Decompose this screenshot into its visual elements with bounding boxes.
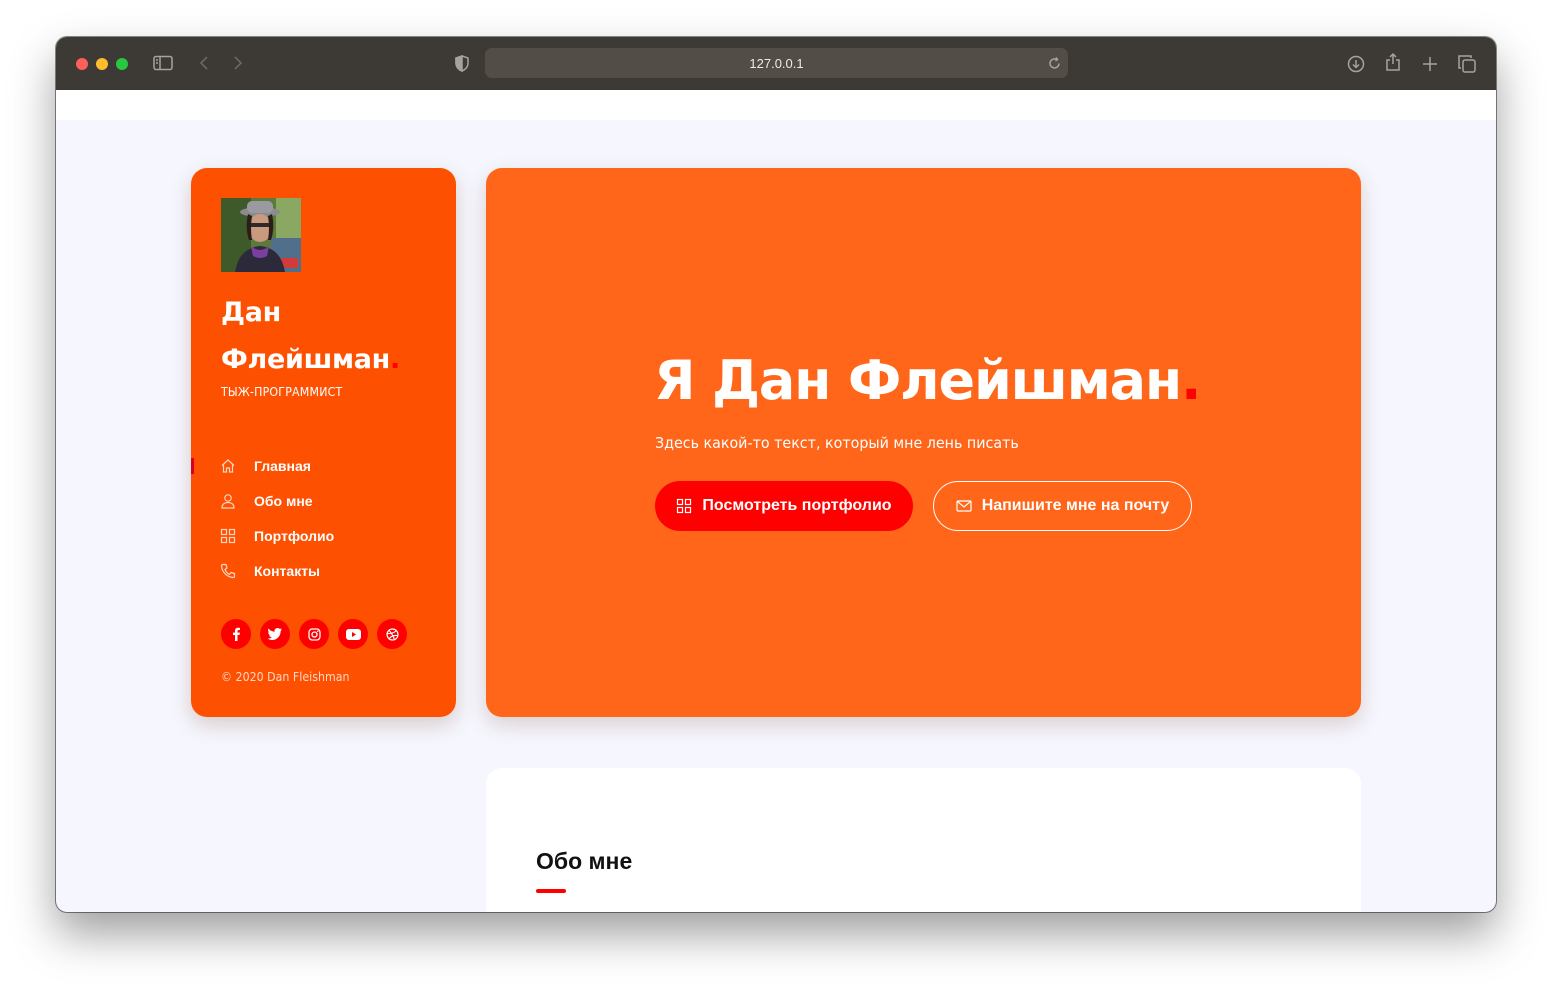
email-me-button[interactable]: Напишите мне на почту: [933, 481, 1192, 531]
address-bar[interactable]: 127.0.0.1: [485, 48, 1068, 78]
back-icon[interactable]: [196, 54, 212, 72]
mail-icon: [956, 500, 972, 512]
minimize-window-button[interactable]: [96, 58, 108, 70]
nav-item-about[interactable]: Обо мне: [191, 483, 456, 518]
nav-item-label: Портфолио: [254, 527, 335, 544]
hero-title-text: Я Дан Флейшман: [654, 349, 1182, 412]
nav-item-portfolio[interactable]: Портфолио: [191, 518, 456, 553]
instagram-icon[interactable]: [299, 619, 329, 649]
about-title-underline: [536, 889, 566, 893]
new-tab-icon[interactable]: [1420, 54, 1440, 74]
browser-toolbar: 127.0.0.1: [56, 37, 1496, 90]
forward-icon[interactable]: [230, 54, 246, 72]
hero-title: Я Дан Флейшман.: [654, 349, 1202, 412]
profile-subtitle: ТЫЖ-ПРОГРАММИСТ: [221, 385, 343, 399]
social-links: [221, 619, 407, 649]
profile-sidebar: Дан Флейшман. ТЫЖ-ПРОГРАММИСТ Главная Об…: [191, 168, 456, 717]
copyright-text: © 2020 Dan Fleishman: [221, 670, 350, 684]
nav-item-contacts[interactable]: Контакты: [191, 553, 456, 588]
sidebar-toggle-icon[interactable]: [153, 54, 173, 72]
about-section: Обо мне: [486, 768, 1361, 912]
about-title: Обо мне: [536, 848, 633, 874]
profile-name: Дан Флейшман.: [221, 289, 441, 383]
profile-first-name: Дан: [221, 297, 282, 328]
profile-last-name: Флейшман: [221, 344, 390, 375]
hero-section: Я Дан Флейшман. Здесь какой-то текст, ко…: [486, 168, 1361, 717]
nav-item-home[interactable]: Главная: [191, 448, 456, 483]
maximize-window-button[interactable]: [116, 58, 128, 70]
downloads-icon[interactable]: [1346, 54, 1366, 74]
home-icon: [220, 458, 236, 474]
twitter-icon[interactable]: [260, 619, 290, 649]
name-accent-dot: .: [390, 344, 400, 375]
page-top-strip: [56, 90, 1496, 120]
reload-icon[interactable]: [1046, 55, 1062, 71]
close-window-button[interactable]: [76, 58, 88, 70]
url-text: 127.0.0.1: [749, 56, 804, 71]
tab-overview-icon[interactable]: [1457, 54, 1477, 74]
main-navigation: Главная Обо мне Портфолио Контакты: [191, 448, 456, 588]
facebook-icon[interactable]: [221, 619, 251, 649]
nav-item-label: Обо мне: [254, 492, 313, 509]
share-icon[interactable]: [1383, 52, 1403, 72]
phone-icon: [220, 563, 236, 579]
nav-item-label: Контакты: [254, 562, 321, 579]
user-icon: [220, 493, 236, 509]
browser-window: 127.0.0.1 Дан Флейшман. ТЫЖ-ПРОГРАММИСТ …: [56, 37, 1496, 912]
view-portfolio-label: Посмотреть портфолио: [702, 497, 892, 514]
hero-title-accent-dot: .: [1181, 349, 1202, 412]
grid-icon: [220, 528, 236, 544]
dribbble-icon[interactable]: [377, 619, 407, 649]
email-me-label: Напишите мне на почту: [981, 497, 1170, 514]
privacy-shield-icon[interactable]: [453, 54, 471, 72]
avatar: [221, 198, 301, 272]
youtube-icon[interactable]: [338, 619, 368, 649]
view-portfolio-button[interactable]: Посмотреть портфолио: [655, 481, 913, 531]
grid-icon: [676, 498, 692, 514]
hero-subtitle: Здесь какой-то текст, который мне лень п…: [655, 434, 1019, 452]
nav-item-label: Главная: [254, 457, 311, 474]
